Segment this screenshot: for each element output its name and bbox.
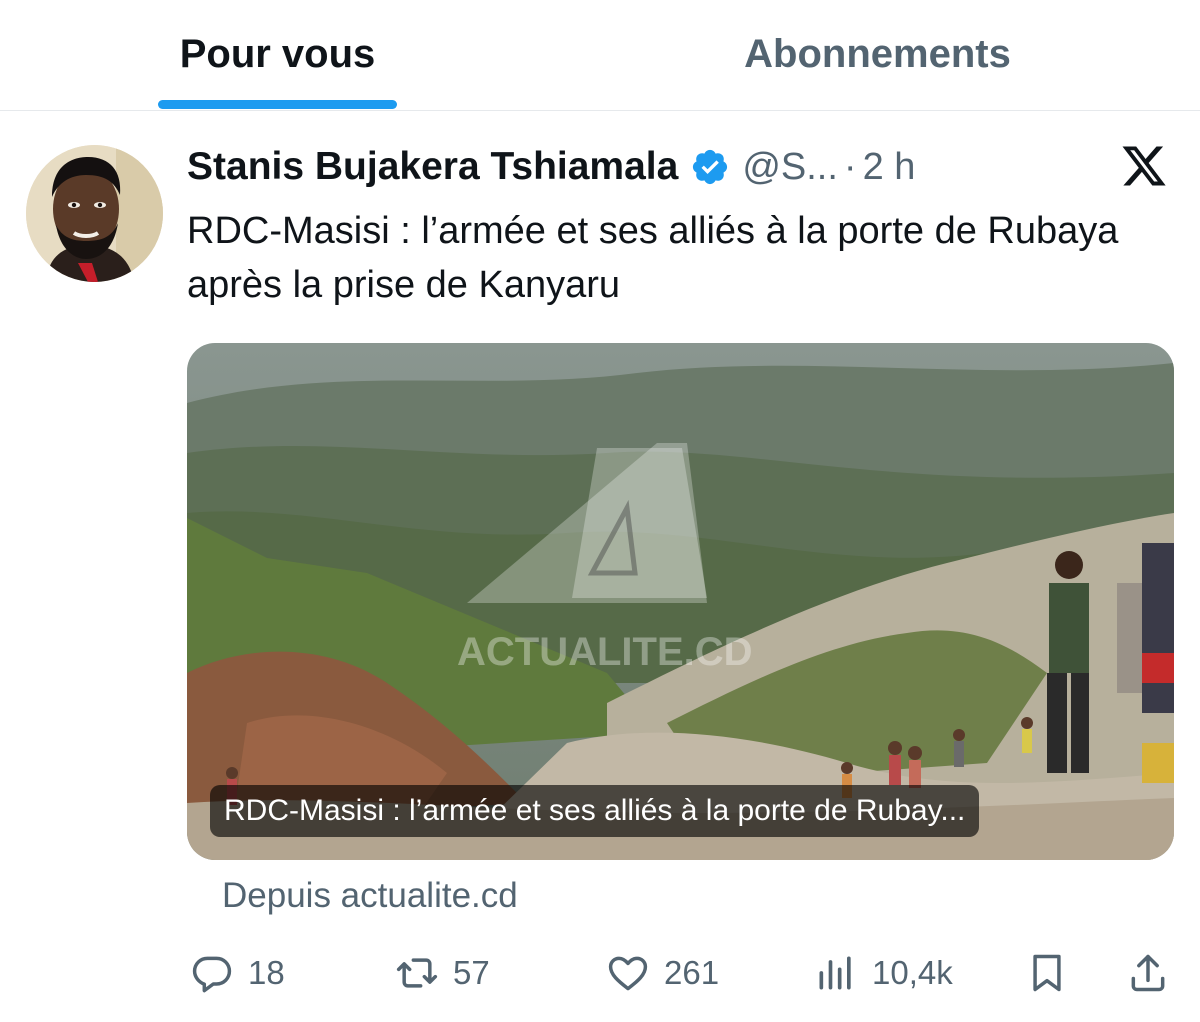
reply-icon <box>192 956 232 993</box>
heart-icon <box>608 956 648 991</box>
card-source[interactable]: Depuis actualite.cd <box>222 876 518 916</box>
repost-button[interactable]: 57 <box>395 938 490 1008</box>
views-button[interactable]: 10,4k <box>814 938 953 1008</box>
reply-button[interactable]: 18 <box>190 938 285 1008</box>
tweet-header: Stanis Bujakera Tshiamala @S... · 2 h <box>187 140 915 194</box>
like-button[interactable]: 261 <box>606 938 719 1008</box>
active-tab-indicator <box>158 100 397 109</box>
repost-icon <box>396 958 438 988</box>
like-count: 261 <box>664 954 720 991</box>
share-button[interactable] <box>1126 938 1170 1008</box>
share-icon <box>1131 954 1165 992</box>
author-handle[interactable]: @S... <box>742 146 838 189</box>
card-image: ACTUALITE.CD <box>187 343 1174 860</box>
repost-count: 57 <box>453 954 490 991</box>
reply-count: 18 <box>248 954 285 991</box>
link-card[interactable]: ACTUALITE.CD RDC-Masisi : l’armée et ses… <box>187 343 1174 860</box>
tweet-time[interactable]: 2 h <box>863 146 916 189</box>
timeline-tabs: Pour vous Abonnements <box>0 0 1200 111</box>
x-logo-icon <box>1122 146 1166 186</box>
tweet-text: RDC-Masisi : l’armée et ses alliés à la … <box>187 210 1119 306</box>
tab-following[interactable]: Abonnements <box>600 0 1155 108</box>
watermark-text: ACTUALITE.CD <box>457 630 753 674</box>
tab-for-you[interactable]: Pour vous <box>0 0 555 108</box>
author-name[interactable]: Stanis Bujakera Tshiamala <box>187 145 678 189</box>
card-caption: RDC-Masisi : l’armée et ses alliés à la … <box>210 785 980 837</box>
verified-badge-icon <box>693 149 728 185</box>
bookmark-button[interactable] <box>1025 938 1069 1008</box>
views-count: 10,4k <box>872 954 953 991</box>
bookmark-icon <box>1033 954 1061 992</box>
tweet-actions: 18 57 261 10,4k <box>0 938 1200 1008</box>
avatar[interactable] <box>26 145 163 282</box>
views-chart-icon <box>819 956 851 990</box>
avatar-image <box>26 145 163 282</box>
meta-separator: · <box>843 145 857 188</box>
